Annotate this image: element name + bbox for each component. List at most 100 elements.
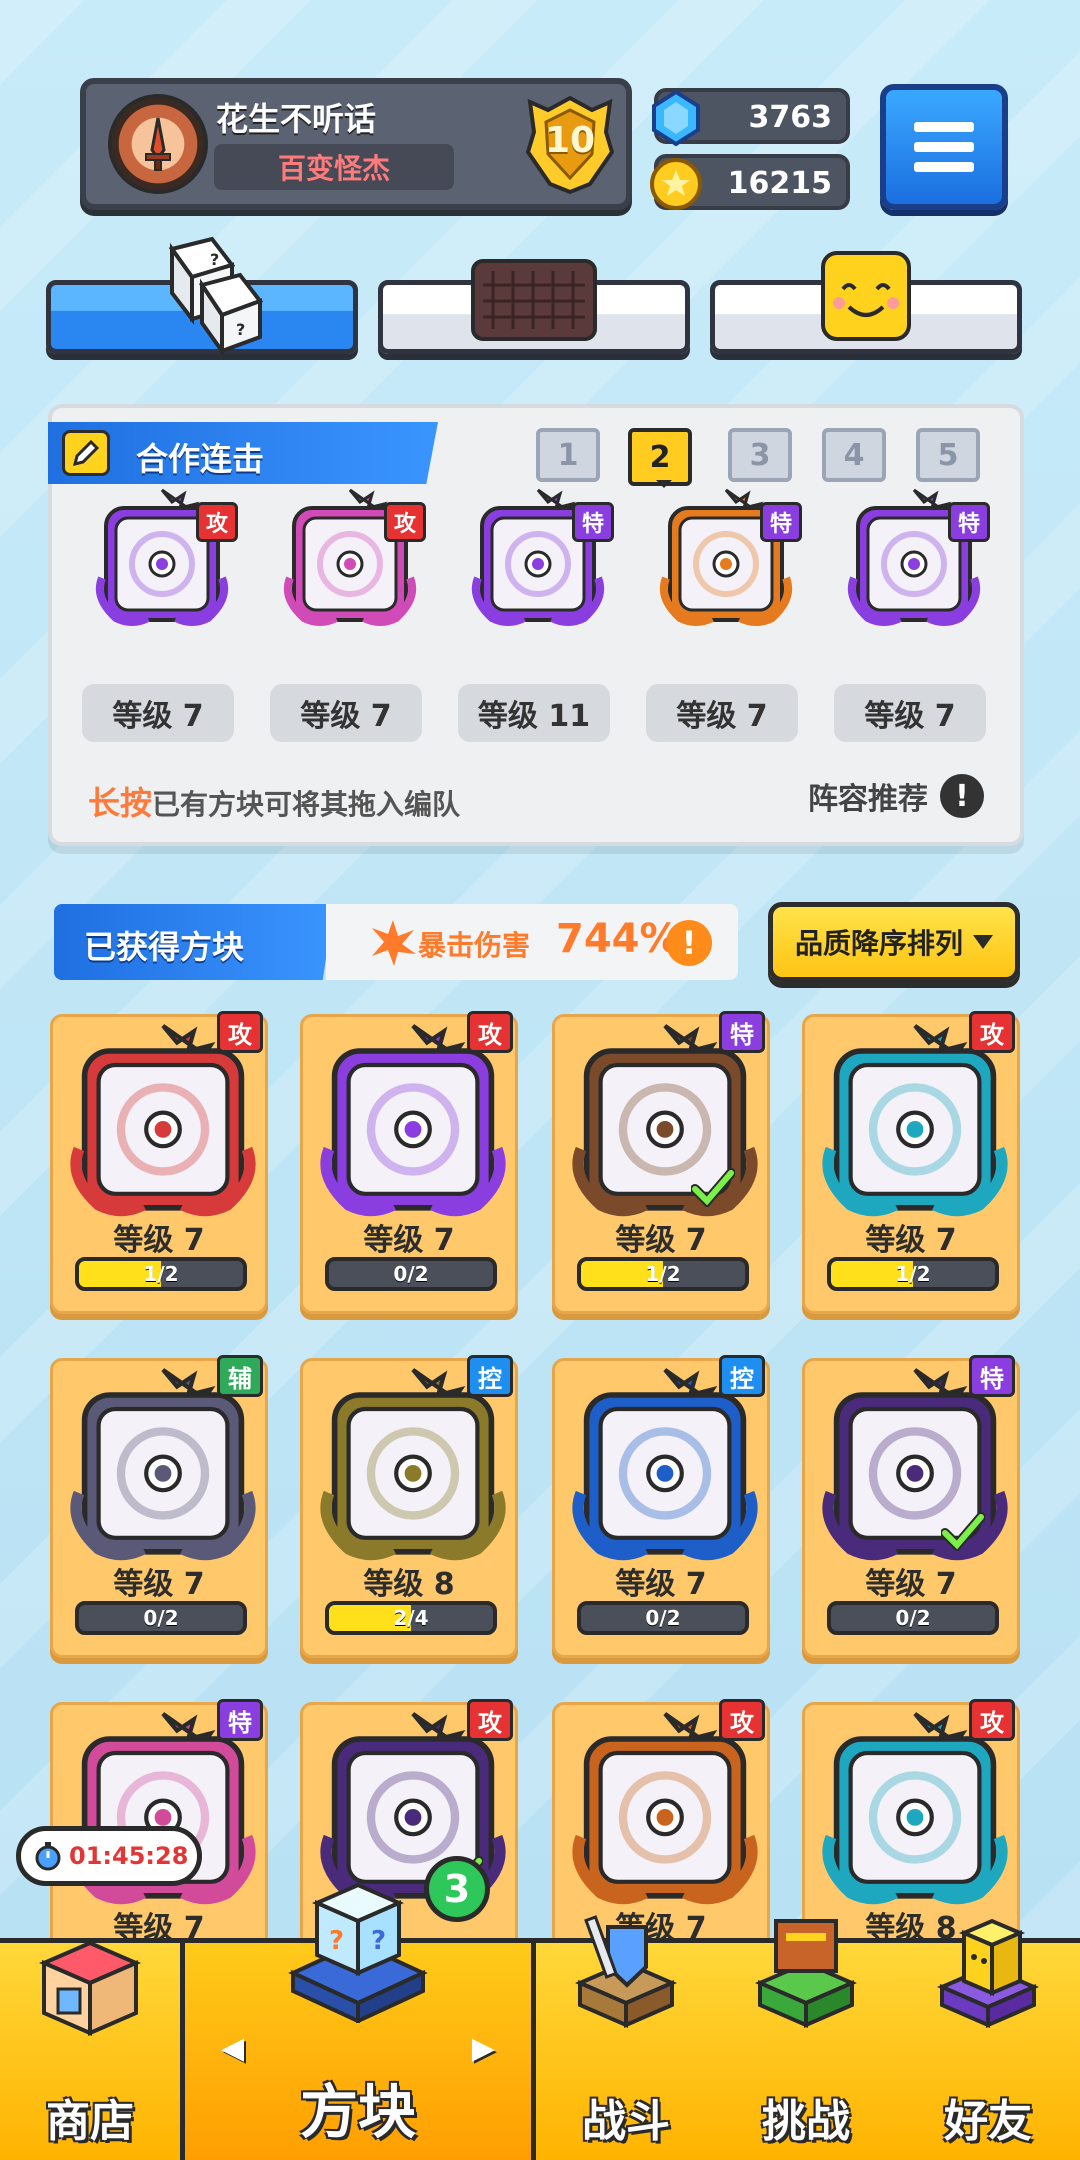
progress-text: 1/2 [645, 1262, 681, 1286]
block-type-tag: 攻 [969, 1699, 1015, 1741]
block-type-tag: 特 [572, 502, 614, 542]
block-progress-bar: 1/2 [827, 1257, 999, 1291]
drag-hint: 长按已有方块可将其拖入编队 [88, 778, 460, 824]
shop-refresh-timer: 01:45:28 [16, 1826, 202, 1886]
lineup-recommend-button[interactable]: 阵容推荐 ! [808, 774, 984, 818]
block-card[interactable]: 辅等级 7 0/2 [50, 1355, 268, 1658]
block-card[interactable]: 特等级 7 0/2 [802, 1355, 1020, 1658]
gems-value: 3763 [748, 100, 833, 135]
board-icon [471, 259, 597, 341]
slot-level-4: 等级 7 [646, 684, 798, 742]
deck-tab-1[interactable]: 1 [536, 428, 600, 482]
tab-board[interactable] [378, 259, 690, 354]
block-type-tag: 特 [719, 1011, 765, 1053]
coins-value: 16215 [727, 166, 832, 201]
block-progress-bar: 0/2 [325, 1257, 497, 1291]
obtained-label: 已获得方块 [84, 928, 245, 966]
block-level: 等级 7 [113, 1567, 205, 1602]
block-type-tag: 攻 [467, 1699, 513, 1741]
block-type-tag: 攻 [196, 502, 238, 542]
svg-text:?: ? [210, 250, 219, 269]
challenge-board-icon [754, 1919, 858, 2029]
tab-dice[interactable]: ? ? [46, 236, 358, 355]
timer-value: 01:45:28 [69, 1842, 189, 1870]
crit-damage-panel[interactable]: 暴击伤害 744% ! [326, 904, 738, 980]
block-level: 等级 7 [113, 1223, 205, 1258]
nav-next-arrow[interactable]: ▶ [472, 2031, 495, 2066]
block-card[interactable]: 攻等级 7 0/2 [300, 1011, 518, 1314]
svg-text:?: ? [329, 1926, 344, 1956]
nav-battle-label: 战斗 [582, 2096, 670, 2147]
profile-panel[interactable]: 花生不听话 百变怪杰 10 [80, 78, 632, 210]
combo-title: 合作连击 [136, 440, 265, 478]
shop-icon [38, 1940, 142, 2037]
deck-tab-5[interactable]: 5 [916, 428, 980, 482]
block-level: 等级 7 [363, 1223, 455, 1258]
mystery-cube-icon: ? ? [288, 1882, 428, 2023]
block-card[interactable]: 控等级 8 2/4 [300, 1355, 518, 1658]
block-progress-bar: 0/2 [75, 1601, 247, 1635]
block-progress-bar: 1/2 [75, 1257, 247, 1291]
nav-challenge-label: 挑战 [762, 2096, 850, 2147]
block-card[interactable]: 攻等级 7 1/2 [802, 1011, 1020, 1314]
gem-icon [652, 89, 700, 147]
block-progress-bar: 2/4 [325, 1601, 497, 1635]
progress-text: 0/2 [895, 1606, 931, 1630]
player-name: 花生不听话 [216, 100, 377, 138]
block-progress-bar: 0/2 [577, 1601, 749, 1635]
sort-label: 品质降序排列 [794, 927, 963, 960]
menu-line-icon [914, 122, 974, 132]
nav-blocks[interactable]: ? ? ◀ ▶ 方块 [180, 1882, 536, 2160]
block-type-tag: 攻 [384, 502, 426, 542]
combo-deck-panel: 合作连击 1 2 3 4 5 攻 攻 特 特 特 等级 7 等级 7 等级 11… [48, 404, 1024, 846]
slot-level-2: 等级 7 [270, 684, 422, 742]
slot-level-5: 等级 7 [834, 684, 986, 742]
hint-highlight: 长按 [88, 784, 153, 822]
menu-button[interactable] [880, 84, 1008, 210]
block-type-tag: 辅 [217, 1355, 263, 1397]
deck-tab-2[interactable]: 2 [628, 428, 692, 488]
block-card[interactable]: 特等级 7 1/2 [552, 1011, 770, 1314]
edit-pencil-icon[interactable] [62, 430, 110, 476]
equipped-check-icon [690, 1167, 736, 1211]
tab-emote[interactable] [710, 251, 1022, 354]
coins-counter[interactable]: 16215 [650, 154, 850, 210]
block-level: 等级 7 [615, 1567, 707, 1602]
dice-icon: ? ? [168, 236, 264, 355]
block-card[interactable]: 攻等级 7 1/2 [50, 1011, 268, 1314]
gems-counter[interactable]: 3763 [652, 88, 850, 147]
obtained-header: 已获得方块 [54, 904, 334, 980]
block-type-tag: 特 [217, 1699, 263, 1741]
menu-line-icon [914, 142, 974, 152]
nav-prev-arrow[interactable]: ◀ [221, 2031, 244, 2066]
avatar[interactable] [108, 94, 208, 194]
progress-text: 1/2 [895, 1262, 931, 1286]
stopwatch-icon [35, 1842, 61, 1871]
smiley-face-icon [821, 251, 911, 341]
rank-badge[interactable]: 10 [522, 92, 618, 196]
block-level: 等级 7 [865, 1567, 957, 1602]
progress-text: 2/4 [393, 1606, 429, 1630]
sort-quality-button[interactable]: 品质降序排列 [768, 902, 1020, 982]
nav-shop-label: 商店 [46, 2096, 134, 2147]
recommend-label: 阵容推荐 [808, 782, 928, 817]
sword-icon [145, 117, 171, 171]
progress-text: 1/2 [143, 1262, 179, 1286]
svg-text:?: ? [236, 320, 245, 339]
hint-text: 已有方块可将其拖入编队 [152, 788, 461, 821]
player-title[interactable]: 百变怪杰 [214, 144, 454, 190]
deck-tab-3[interactable]: 3 [728, 428, 792, 482]
slot-level-1: 等级 7 [82, 684, 234, 742]
nav-challenge[interactable]: 挑战 [716, 1919, 896, 2160]
block-type-tag: 特 [948, 502, 990, 542]
nav-shop[interactable]: 商店 [0, 1940, 180, 2160]
nav-friends-label: 好友 [944, 2096, 1032, 2147]
blocks-notification-badge: 3 [424, 1856, 490, 1922]
svg-text:?: ? [371, 1926, 386, 1956]
block-card[interactable]: 控等级 7 0/2 [552, 1355, 770, 1658]
crit-info-icon[interactable]: ! [666, 920, 712, 966]
deck-tab-4[interactable]: 4 [822, 428, 886, 482]
info-icon: ! [940, 774, 984, 818]
nav-friends[interactable]: 好友 [896, 1918, 1080, 2160]
nav-battle[interactable]: 战斗 [536, 1915, 716, 2160]
